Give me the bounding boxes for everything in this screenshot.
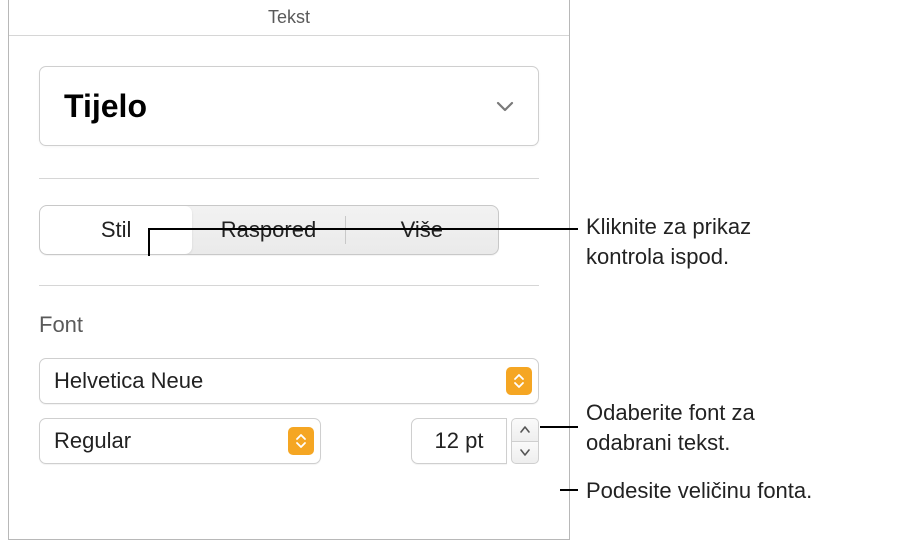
tab-more[interactable]: Više	[346, 206, 498, 254]
panel-header: Tekst	[9, 0, 569, 36]
font-size-stepper	[511, 418, 539, 464]
tab-style-label: Stil	[101, 217, 132, 243]
tab-more-label: Više	[401, 217, 443, 243]
callout-size: Podesite veličinu fonta.	[586, 476, 812, 506]
callout-tabs: Kliknite za prikaz kontrola ispod.	[586, 212, 751, 271]
font-family-menu[interactable]: Helvetica Neue	[39, 358, 539, 404]
divider	[39, 285, 539, 286]
font-size-group: 12 pt	[411, 418, 539, 464]
stepper-up-button[interactable]	[511, 418, 539, 441]
text-tabs: Stil Raspored Više	[39, 205, 499, 255]
font-section-label: Font	[39, 312, 539, 338]
font-size-value: 12 pt	[435, 428, 484, 454]
chevron-down-icon	[496, 100, 514, 112]
text-inspector-panel: Tekst Tijelo Stil Raspored Više Font	[8, 0, 570, 540]
updown-icon	[288, 427, 314, 455]
tab-layout[interactable]: Raspored	[192, 206, 344, 254]
font-weight-menu[interactable]: Regular	[39, 418, 321, 464]
paragraph-style-value: Tijelo	[64, 88, 147, 125]
tab-style[interactable]: Stil	[40, 206, 192, 254]
panel-title: Tekst	[268, 7, 310, 28]
panel-body: Tijelo Stil Raspored Više Font Helvetica…	[9, 36, 569, 464]
callout-font: Odaberite font za odabrani tekst.	[586, 398, 755, 457]
callout-leader	[148, 228, 150, 256]
font-weight-value: Regular	[54, 428, 131, 454]
callout-leader	[148, 228, 578, 230]
updown-icon	[506, 367, 532, 395]
stepper-down-button[interactable]	[511, 441, 539, 465]
callout-leader	[540, 426, 578, 428]
tab-layout-label: Raspored	[221, 217, 316, 243]
font-family-value: Helvetica Neue	[54, 368, 203, 394]
paragraph-style-menu[interactable]: Tijelo	[39, 66, 539, 146]
font-size-field[interactable]: 12 pt	[411, 418, 507, 464]
callout-leader	[560, 489, 578, 491]
divider	[39, 178, 539, 179]
